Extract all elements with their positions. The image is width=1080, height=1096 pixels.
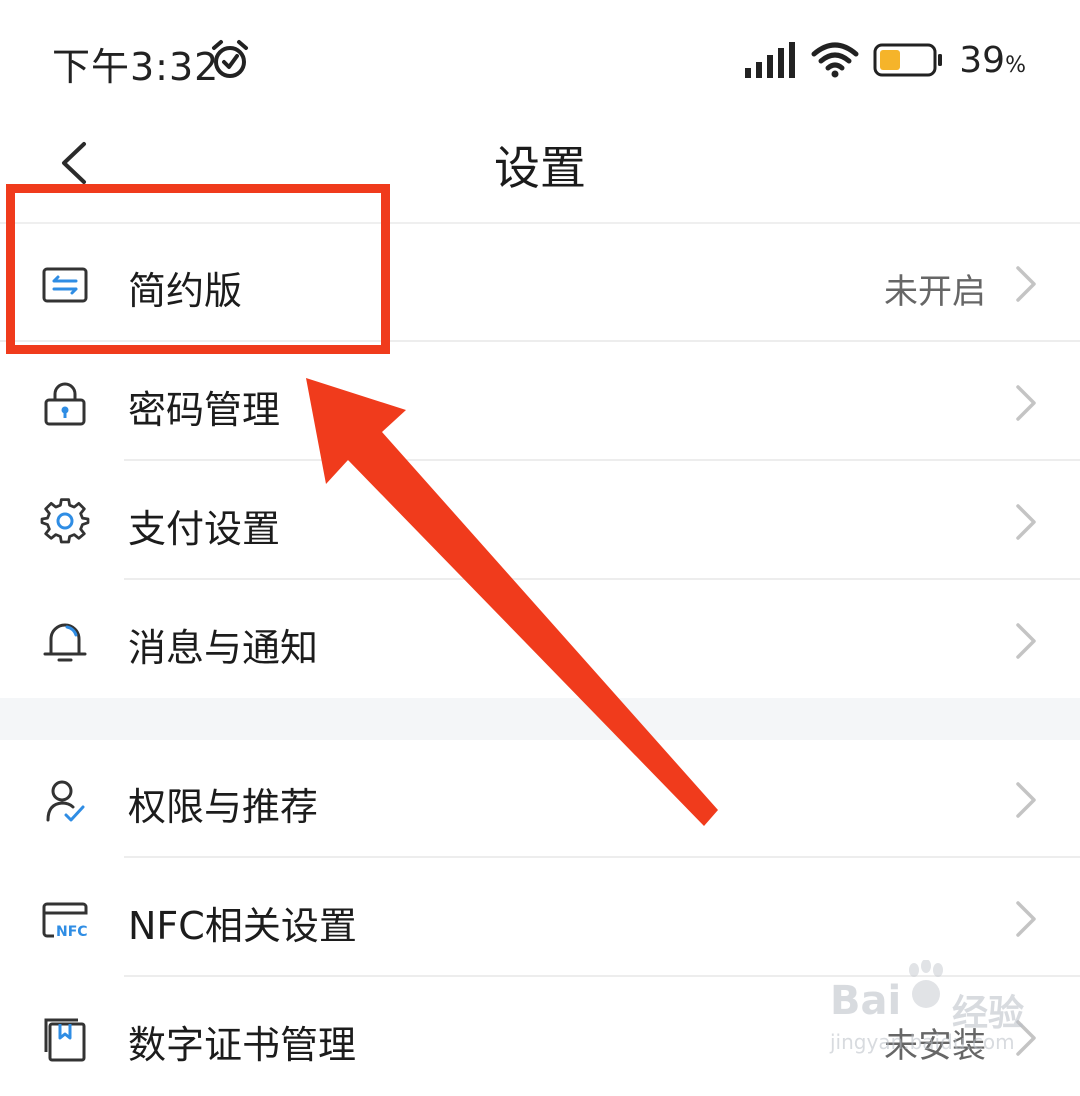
divider	[124, 578, 1080, 580]
chevron-right-icon	[1016, 385, 1036, 421]
status-time: 下午3:32	[52, 45, 220, 89]
settings-item-permissions[interactable]: 权限与推荐	[0, 740, 1080, 858]
chevron-right-icon	[1016, 623, 1036, 659]
settings-item-notifications[interactable]: 消息与通知	[0, 581, 1080, 699]
watermark-url: jingyan.baidu.com	[830, 1030, 1015, 1054]
chevron-right-icon	[1016, 782, 1036, 818]
paw-icon	[909, 960, 943, 1008]
settings-item-label: NFC相关设置	[128, 904, 357, 948]
watermark: Bai 经验 jingyan.baidu.com	[826, 960, 1066, 1060]
status-bar: 下午3:32 39%	[0, 0, 1080, 120]
certificate-icon	[44, 1018, 86, 1062]
chevron-right-icon	[1016, 266, 1036, 302]
section-gap	[0, 698, 1080, 740]
svg-text:NFC: NFC	[56, 924, 88, 940]
settings-item-label: 消息与通知	[128, 626, 319, 670]
watermark-logo: Bai	[830, 978, 902, 1024]
settings-item-payment[interactable]: 支付设置	[0, 462, 1080, 580]
wifi-icon	[811, 42, 859, 78]
settings-item-label: 支付设置	[128, 507, 281, 551]
settings-item-label: 密码管理	[128, 388, 281, 432]
alarm-icon	[212, 40, 248, 78]
watermark-text: 经验	[952, 993, 1025, 1034]
highlight-box	[6, 184, 390, 354]
divider	[124, 856, 1080, 858]
battery-percent: 39%	[959, 39, 1026, 81]
divider	[124, 459, 1080, 461]
settings-item-label: 数字证书管理	[128, 1023, 357, 1067]
lock-icon	[44, 382, 86, 426]
nfc-card-icon: NFC	[42, 902, 88, 940]
bell-icon	[43, 623, 87, 662]
settings-item-password[interactable]: 密码管理	[0, 343, 1080, 461]
status-right: 39%	[745, 38, 1026, 82]
settings-item-label: 权限与推荐	[128, 785, 319, 829]
chevron-right-icon	[1016, 504, 1036, 540]
signal-icon	[745, 42, 796, 78]
settings-item-value: 未开启	[884, 272, 986, 312]
chevron-right-icon	[1016, 901, 1036, 937]
gear-icon	[40, 498, 90, 544]
battery-icon	[873, 43, 943, 77]
user-check-icon	[46, 780, 85, 822]
